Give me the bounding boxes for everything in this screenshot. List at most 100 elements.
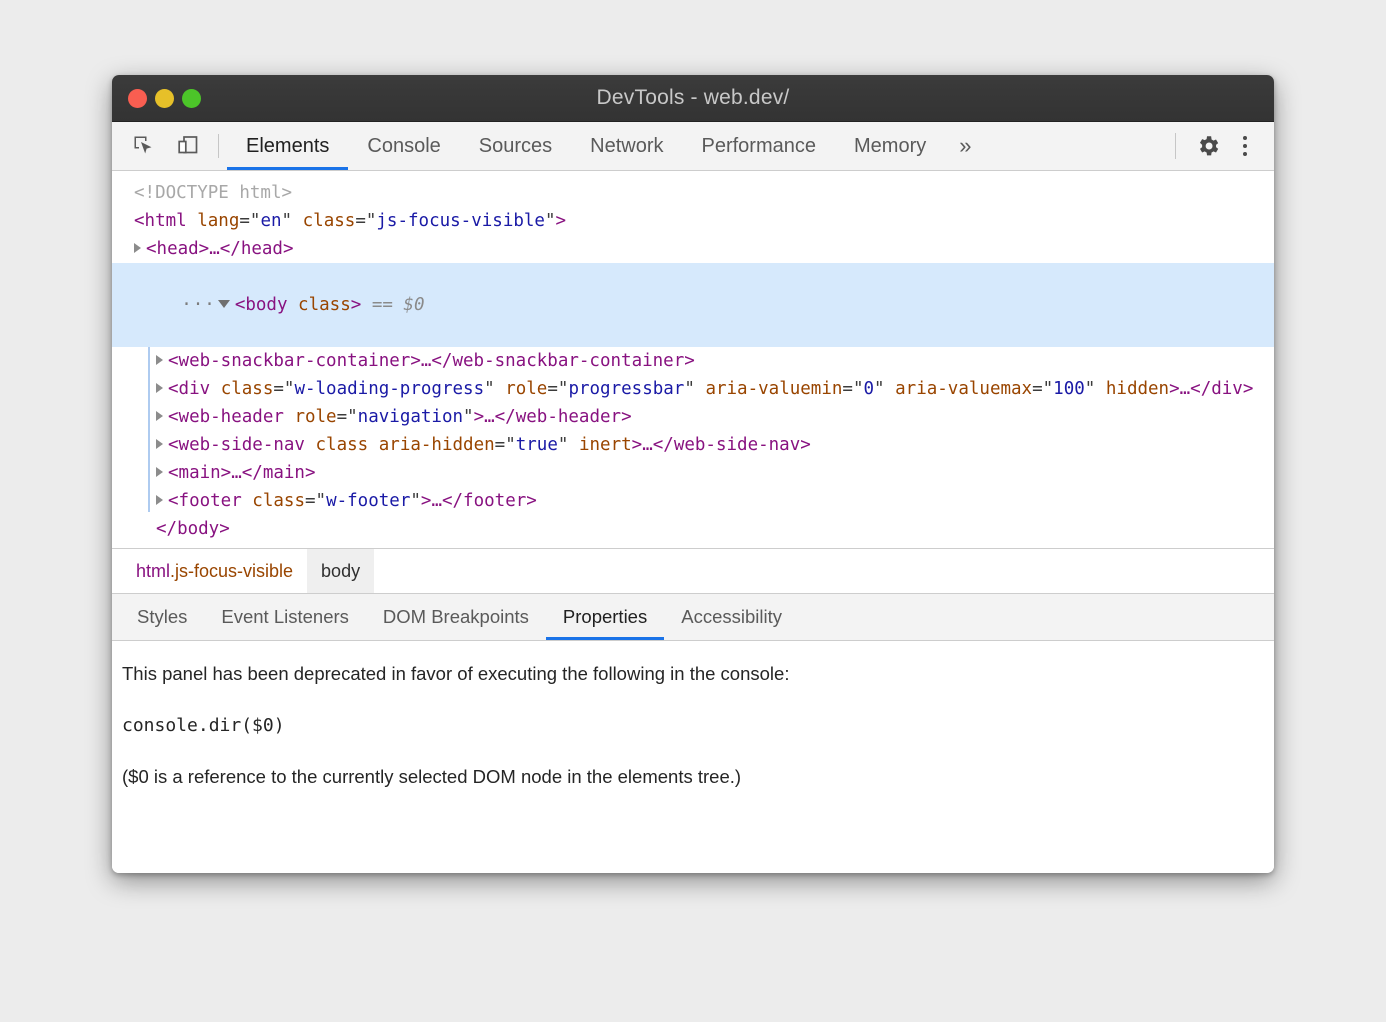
dom-row-head[interactable]: <head>…</head> xyxy=(112,235,1274,263)
expand-triangle-icon[interactable] xyxy=(156,411,163,421)
tab-label: Performance xyxy=(702,135,817,158)
gear-icon[interactable] xyxy=(1190,129,1226,163)
breadcrumb-tag: html xyxy=(136,561,170,582)
div-attr-valuemin: aria-valuemin xyxy=(705,379,842,399)
dom-row-div-loading-progress[interactable]: <div class="w-loading-progress" role="pr… xyxy=(112,375,1274,403)
breadcrumb-tag: body xyxy=(321,561,360,582)
toolbar-divider-right xyxy=(1175,133,1176,159)
properties-pane: This panel has been deprecated in favor … xyxy=(112,641,1274,873)
snackbar-text: <web-snackbar-container>…</web-snackbar-… xyxy=(168,351,695,371)
div-attr-role: role xyxy=(505,379,547,399)
div-tag-open: <div xyxy=(168,379,221,399)
toolbar-right-group xyxy=(1171,122,1274,170)
kebab-dot xyxy=(1243,144,1247,148)
webheader-attr-role: role xyxy=(294,407,336,427)
dom-row-html[interactable]: <html lang="en" class="js-focus-visible"… xyxy=(112,207,1274,235)
dom-row-doctype[interactable]: <!DOCTYPE html> xyxy=(112,179,1274,207)
tab-label: Sources xyxy=(479,135,552,158)
tab-dom-breakpoints[interactable]: DOM Breakpoints xyxy=(366,594,546,640)
html-tag-open: <html xyxy=(134,211,197,231)
tab-memory[interactable]: Memory xyxy=(835,122,945,170)
webheader-val-role: navigation xyxy=(358,407,463,427)
more-tabs-label: » xyxy=(959,133,971,159)
doctype-text: <!DOCTYPE html> xyxy=(134,183,292,203)
kebab-dot xyxy=(1243,152,1247,156)
dom-row-footer[interactable]: <footer class="w-footer">…</footer> xyxy=(112,487,1274,515)
window-title-bar: DevTools - web.dev/ xyxy=(112,75,1274,122)
selected-node-hint: ($0 is a reference to the currently sele… xyxy=(122,766,1274,788)
webheader-tag-rest: >…</web-header> xyxy=(474,407,632,427)
dom-row-web-snackbar-container[interactable]: <web-snackbar-container>…</web-snackbar-… xyxy=(112,347,1274,375)
deprecation-notice: This panel has been deprecated in favor … xyxy=(122,663,1274,685)
dom-row-web-header[interactable]: <web-header role="navigation">…</web-hea… xyxy=(112,403,1274,431)
sidenav-val-ariahidden: true xyxy=(516,435,558,455)
breadcrumb: html.js-focus-visible body xyxy=(112,549,1274,594)
html-close-text: </html> xyxy=(134,547,208,549)
badge-dots-icon[interactable]: ··· xyxy=(181,295,216,315)
sidenav-attr-class: class xyxy=(316,435,369,455)
body-selected-ref: == $0 xyxy=(372,295,425,315)
breadcrumb-class: .js-focus-visible xyxy=(170,561,293,582)
div-attr-valuemax: aria-valuemax xyxy=(895,379,1032,399)
tab-styles[interactable]: Styles xyxy=(120,594,204,640)
expand-triangle-icon[interactable] xyxy=(156,355,163,365)
webheader-tag-open: <web-header xyxy=(168,407,294,427)
devtools-toolbar: Elements Console Sources Network Perform… xyxy=(112,122,1274,171)
subtab-label: Properties xyxy=(563,606,647,628)
sidenav-attr-inert: inert xyxy=(579,435,632,455)
dom-row-main[interactable]: <main>…</main> xyxy=(112,459,1274,487)
html-attr-lang: lang xyxy=(197,211,239,231)
subtab-label: Accessibility xyxy=(681,606,782,628)
device-toolbar-icon[interactable] xyxy=(170,129,206,163)
div-val-valuemax: 100 xyxy=(1053,379,1085,399)
kebab-menu-icon[interactable] xyxy=(1228,129,1262,163)
toolbar-icon-group xyxy=(112,122,214,170)
div-val-valuemin: 0 xyxy=(863,379,874,399)
tab-properties[interactable]: Properties xyxy=(546,594,664,640)
expand-triangle-icon[interactable] xyxy=(156,439,163,449)
tab-sources[interactable]: Sources xyxy=(460,122,571,170)
footer-attr-class: class xyxy=(252,491,305,511)
expand-triangle-icon[interactable] xyxy=(156,467,163,477)
body-tag-open: <body xyxy=(235,295,298,315)
html-val-lang: en xyxy=(260,211,281,231)
panel-tabs: Elements Console Sources Network Perform… xyxy=(227,122,1171,170)
breadcrumb-item-html[interactable]: html.js-focus-visible xyxy=(122,549,307,593)
div-val-class: w-loading-progress xyxy=(294,379,484,399)
tab-performance[interactable]: Performance xyxy=(683,122,836,170)
tab-event-listeners[interactable]: Event Listeners xyxy=(204,594,366,640)
kebab-dot xyxy=(1243,136,1247,140)
dom-row-web-side-nav[interactable]: <web-side-nav class aria-hidden="true" i… xyxy=(112,431,1274,459)
main-text: <main>…</main> xyxy=(168,463,316,483)
close-window-button[interactable] xyxy=(128,89,147,108)
expand-triangle-icon[interactable] xyxy=(156,383,163,393)
traffic-light-group xyxy=(128,75,201,121)
subtab-label: Event Listeners xyxy=(221,606,349,628)
maximize-window-button[interactable] xyxy=(182,89,201,108)
subtab-label: Styles xyxy=(137,606,187,628)
footer-val-class: w-footer xyxy=(326,491,410,511)
dom-row-html-close[interactable]: </html> xyxy=(112,543,1274,549)
html-val-class: js-focus-visible xyxy=(376,211,545,231)
console-command-snippet[interactable]: console.dir($0) xyxy=(122,715,1274,736)
head-text: <head>…</head> xyxy=(146,239,294,259)
minimize-window-button[interactable] xyxy=(155,89,174,108)
tab-console[interactable]: Console xyxy=(348,122,459,170)
div-val-role: progressbar xyxy=(568,379,684,399)
expand-triangle-icon[interactable] xyxy=(134,243,141,253)
tab-accessibility[interactable]: Accessibility xyxy=(664,594,799,640)
collapse-triangle-icon[interactable] xyxy=(218,300,230,308)
tab-elements[interactable]: Elements xyxy=(227,122,348,170)
dom-tree[interactable]: <!DOCTYPE html> <html lang="en" class="j… xyxy=(112,171,1274,549)
expand-triangle-icon[interactable] xyxy=(156,495,163,505)
dom-row-body-close[interactable]: </body> xyxy=(112,515,1274,543)
tab-label: Elements xyxy=(246,135,329,158)
more-tabs-chevron-icon[interactable]: » xyxy=(945,122,985,170)
tab-network[interactable]: Network xyxy=(571,122,682,170)
inspect-element-icon[interactable] xyxy=(126,129,162,163)
body-attr-class: class xyxy=(298,295,351,315)
window-title: DevTools - web.dev/ xyxy=(112,86,1274,110)
dom-row-body-selected[interactable]: ···<body class> == $0 xyxy=(112,263,1274,347)
div-tag-rest: >…</div> xyxy=(1169,379,1253,399)
breadcrumb-item-body[interactable]: body xyxy=(307,549,374,593)
